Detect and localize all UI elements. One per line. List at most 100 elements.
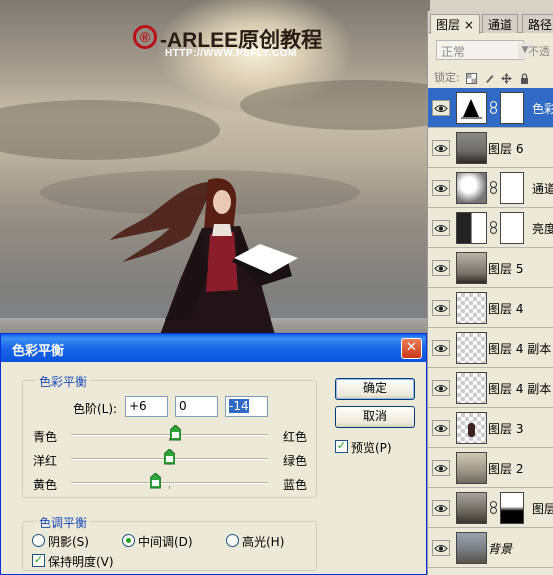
- dialog-title: 色彩平衡: [12, 344, 65, 359]
- visibility-eye-icon[interactable]: [432, 260, 450, 276]
- layer-mask-thumbnail[interactable]: [500, 492, 524, 524]
- layer-name: 图层 4 副本: [488, 342, 552, 356]
- layer-thumbnail: [456, 332, 487, 364]
- panel-tabs: 图层 × 通道 路径: [428, 11, 553, 34]
- layer-mask-thumbnail[interactable]: [500, 92, 524, 124]
- layer-row[interactable]: 图层 5: [428, 248, 553, 288]
- layer-name: 色彩: [532, 102, 553, 116]
- visibility-eye-icon[interactable]: [432, 500, 450, 516]
- layer-name: 图层 4: [488, 302, 524, 316]
- visibility-eye-icon[interactable]: [432, 140, 450, 156]
- dialog-titlebar[interactable]: 色彩平衡 ✕: [1, 334, 426, 362]
- midtones-label[interactable]: 中间调(D): [138, 533, 193, 550]
- preserve-luminosity-checkbox[interactable]: ✓: [32, 554, 45, 567]
- layer-thumbnail: [456, 172, 487, 204]
- layer-thumbnail: [456, 532, 487, 564]
- layer-row[interactable]: 图层 2: [428, 448, 553, 488]
- visibility-eye-icon[interactable]: [432, 180, 450, 196]
- green-label: 绿色: [283, 454, 308, 468]
- layers-list: 色彩图层 6 通道亮度图层 5 图层 4 图层 4 副本图层 4 副本 4 图层 3 图层…: [428, 88, 553, 568]
- magenta-green-level-input[interactable]: 0: [175, 396, 218, 417]
- blue-label: 蓝色: [283, 478, 308, 492]
- yellow-label: 黄色: [33, 478, 58, 492]
- preview-checkbox[interactable]: ✓: [335, 440, 348, 453]
- visibility-eye-icon[interactable]: [432, 420, 450, 436]
- layer-thumbnail: [456, 412, 487, 444]
- blend-mode-select[interactable]: 正常 ▼: [436, 40, 532, 60]
- layer-thumbnail: [456, 292, 487, 324]
- layer-name: 亮度: [532, 222, 553, 236]
- tab-close-icon[interactable]: ×: [464, 18, 474, 32]
- highlights-label[interactable]: 高光(H): [242, 533, 284, 550]
- highlights-radio[interactable]: [226, 534, 239, 547]
- layer-row[interactable]: 图层 1: [428, 488, 553, 528]
- ok-button[interactable]: 确定: [335, 378, 415, 400]
- lock-image-brush-icon[interactable]: [484, 73, 495, 84]
- cyan-label: 青色: [33, 430, 58, 444]
- tab-layers[interactable]: 图层 ×: [430, 14, 480, 34]
- visibility-eye-icon[interactable]: [432, 220, 450, 236]
- layer-mask-thumbnail[interactable]: [500, 212, 524, 244]
- layer-thumbnail: [456, 92, 487, 124]
- yellow-blue-slider-track[interactable]: [71, 482, 268, 484]
- layer-name: 图层 6: [488, 142, 524, 156]
- lock-transparency-icon[interactable]: [466, 72, 478, 84]
- layer-thumbnail: [456, 212, 487, 244]
- layer-name: 图层 1: [532, 502, 553, 516]
- preview-label[interactable]: 预览(P): [351, 439, 392, 456]
- layer-name: 图层 2: [488, 462, 524, 476]
- layers-panel: 图层 × 通道 路径 正常 ▼ 不透 锁定: 色彩图层 6 通道亮度图层 5 图层 …: [427, 11, 553, 575]
- visibility-eye-icon[interactable]: [432, 460, 450, 476]
- chain-link-icon[interactable]: [490, 221, 497, 234]
- layer-name: 通道: [532, 182, 553, 196]
- layer-row[interactable]: 图层 3: [428, 408, 553, 448]
- tab-channels[interactable]: 通道: [482, 14, 519, 33]
- layer-mask-thumbnail[interactable]: [500, 172, 524, 204]
- shadows-label[interactable]: 阴影(S): [48, 533, 89, 550]
- chain-link-icon[interactable]: [490, 101, 497, 114]
- close-button[interactable]: ✕: [401, 338, 422, 359]
- visibility-eye-icon[interactable]: [432, 100, 450, 116]
- lock-position-move-icon[interactable]: [501, 72, 513, 84]
- layer-thumbnail: [456, 252, 487, 284]
- cancel-button[interactable]: 取消: [335, 406, 415, 428]
- layer-thumbnail: [456, 492, 487, 524]
- visibility-eye-icon[interactable]: [432, 300, 450, 316]
- layer-name: 背景: [488, 542, 513, 556]
- woman-reading-figure: [110, 178, 298, 335]
- layer-row[interactable]: 图层 4 副本 4: [428, 368, 553, 408]
- lock-all-icon[interactable]: [519, 72, 530, 84]
- chain-link-icon[interactable]: [490, 501, 497, 514]
- visibility-eye-icon[interactable]: [432, 340, 450, 356]
- lock-row: 锁定:: [434, 69, 530, 85]
- layer-row[interactable]: 图层 6: [428, 128, 553, 168]
- layer-thumbnail: [456, 132, 487, 164]
- slider-center-tick: [169, 486, 170, 489]
- magenta-green-slider-thumb[interactable]: [164, 449, 175, 465]
- yellow-blue-level-input[interactable]: -14: [225, 396, 268, 417]
- layer-name: 图层 4 副本 4: [488, 382, 553, 396]
- tab-paths[interactable]: 路径: [522, 14, 553, 33]
- layer-row[interactable]: 图层 4: [428, 288, 553, 328]
- visibility-eye-icon[interactable]: [432, 540, 450, 556]
- layer-row[interactable]: 通道: [428, 168, 553, 208]
- layer-row[interactable]: 亮度: [428, 208, 553, 248]
- layer-thumbnail: [456, 452, 487, 484]
- layer-row[interactable]: 色彩: [428, 88, 553, 128]
- layer-row[interactable]: 背景: [428, 528, 553, 568]
- levels-label: 色阶(L):: [73, 402, 118, 416]
- yellow-blue-slider-thumb[interactable]: [150, 473, 161, 489]
- layer-row[interactable]: 图层 4 副本: [428, 328, 553, 368]
- layer-name: 图层 3: [488, 422, 524, 436]
- shadows-radio[interactable]: [32, 534, 45, 547]
- midtones-radio[interactable]: [122, 534, 135, 547]
- red-label: 红色: [283, 430, 308, 444]
- visibility-eye-icon[interactable]: [432, 380, 450, 396]
- cyan-red-slider-thumb[interactable]: [170, 425, 181, 441]
- lock-label: 锁定:: [434, 71, 460, 84]
- cloud: [0, 100, 220, 160]
- chain-link-icon[interactable]: [490, 181, 497, 194]
- preserve-luminosity-label[interactable]: 保持明度(V): [48, 553, 114, 570]
- tone-balance-group-title: 色调平衡: [36, 514, 91, 531]
- cyan-red-level-input[interactable]: +6: [125, 396, 168, 417]
